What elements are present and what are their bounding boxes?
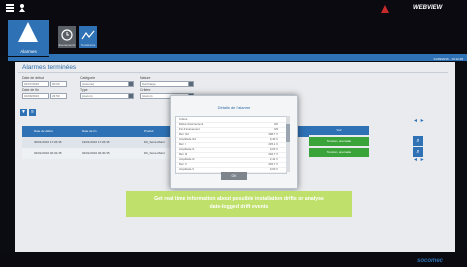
category-select[interactable]: (Aucune) [80, 81, 129, 87]
status-badge: Tension, anomalie [309, 137, 369, 146]
warning-icon [18, 22, 38, 42]
criterion-label: Critère [140, 88, 151, 92]
feature-callout: Get real time information about possible… [126, 191, 352, 217]
pagination-arrows-bottom[interactable]: ◂ ▸ [414, 156, 425, 163]
search-icon[interactable]: ⌕ [413, 136, 423, 146]
row-start: 30/01/2016 17:26:35 [34, 140, 62, 144]
page-title: Alarmes terminées [22, 64, 77, 71]
callout-line-2: date-logged drift events [209, 204, 269, 210]
grid-icon[interactable] [6, 4, 14, 12]
column-header: Produit [140, 126, 174, 137]
chevron-down-icon[interactable] [188, 81, 194, 87]
ok-button[interactable]: OK [221, 172, 247, 180]
title-divider [18, 72, 448, 73]
nav-tile-trends[interactable]: Tendances [79, 26, 97, 48]
table-row[interactable]: 30/01/2016 17:26:35 19/01/2016 17:26:35 [22, 137, 140, 148]
current-datetime: 01/09/2016 - 10:12:28 [433, 57, 463, 61]
nav-tile-label: Tendances [80, 43, 96, 47]
brand-logo: WEBVIEW [413, 5, 443, 11]
row-end: 19/01/2016 17:26:35 [82, 140, 110, 144]
row-end: 02/01/2016 02:30:35 [82, 151, 110, 155]
filter-button[interactable]: ▼ [20, 109, 27, 116]
export-button[interactable]: ≡ [29, 109, 36, 116]
start-time-input[interactable]: 00:00 [50, 81, 67, 87]
type-select[interactable]: (Aucun) [80, 93, 129, 99]
start-date-label: Date de début [22, 76, 44, 80]
details-list: Critère Début d'évènement 0/0 Fin d'évène… [175, 116, 287, 174]
brand-footer-logo: socomec [417, 258, 444, 264]
column-header: Voir [309, 126, 369, 135]
scrollbar-thumb[interactable] [286, 124, 290, 142]
row-product: D0_Serie-Maint [140, 137, 174, 148]
category-label: Catégorie [80, 76, 96, 80]
alert-icon[interactable] [380, 5, 390, 13]
chevron-down-icon[interactable] [128, 81, 134, 87]
table-row[interactable]: 02/01/2016 02:32:45 02/01/2016 02:30:35 [22, 148, 140, 159]
footer-bar [0, 254, 467, 267]
user-icon[interactable] [18, 4, 26, 12]
nature-label: Nature [140, 76, 151, 80]
column-header: Date de début [34, 129, 53, 133]
callout-line-1: Get real time information about possible… [154, 196, 324, 202]
status-badge: Tension, anomalie [309, 148, 369, 157]
nav-tile-label: Alarmes [20, 49, 37, 54]
column-header: Date de fin [82, 129, 97, 133]
chevron-down-icon[interactable] [128, 93, 134, 99]
nav-tile-events[interactable]: Evenements [58, 26, 76, 48]
nav-tile-alarms[interactable]: Alarmes [8, 20, 49, 56]
start-date-input[interactable]: 01/07/2016 [22, 81, 49, 87]
end-date-input[interactable]: 01/09/2016 [22, 93, 49, 99]
pagination-arrows-top[interactable]: ◂ ▸ [414, 117, 425, 124]
row-product: D0_Serie-Maint [140, 148, 174, 159]
dialog-title: Détails de l'alarme [217, 105, 251, 110]
detail-value: 0,00 V [269, 167, 278, 171]
end-date-label: Date de fin [22, 88, 39, 92]
table-header-row: Date de début Date de fin [22, 126, 140, 137]
date-bar: 01/09/2016 - 10:12:28 [8, 57, 467, 61]
end-time-input[interactable]: 23:59 [50, 93, 67, 99]
scrollbar[interactable] [286, 116, 290, 172]
alarm-details-dialog: Détails de l'alarme Critère Début d'évèn… [170, 95, 298, 189]
type-label: Type [80, 88, 88, 92]
row-start: 02/01/2016 02:32:45 [34, 151, 62, 155]
detail-key: Amplitude V [179, 167, 195, 171]
nature-select[interactable]: Surcharge [140, 81, 189, 87]
nav-tile-label: Evenements [58, 43, 76, 47]
